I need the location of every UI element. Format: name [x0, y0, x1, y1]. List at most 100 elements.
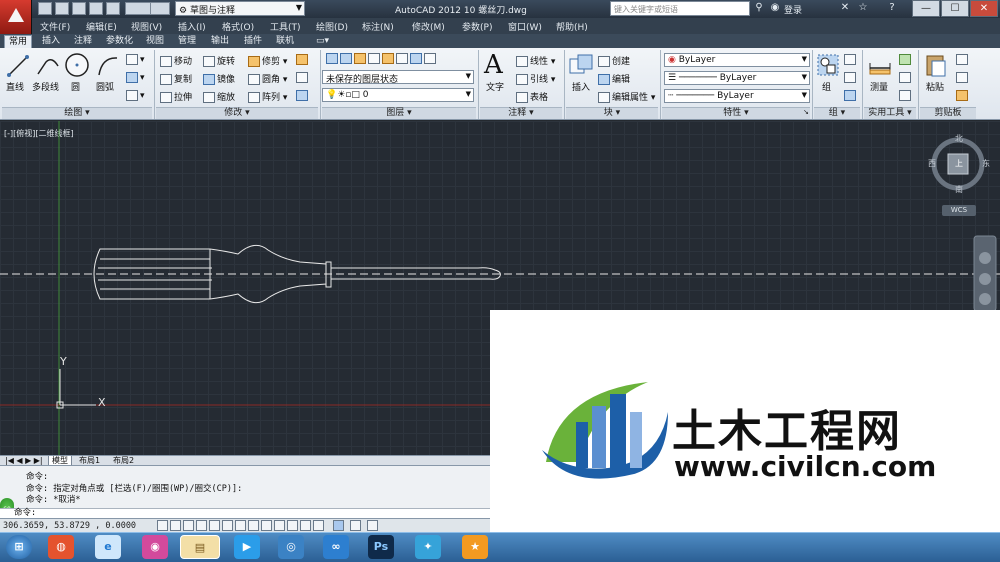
ribbon-options-icon[interactable]: ▭▾	[312, 35, 333, 48]
panel-label-block[interactable]: 块 ▾	[566, 107, 658, 119]
trim-button[interactable]: 修剪 ▾	[248, 54, 287, 67]
table-button[interactable]: 表格	[516, 90, 548, 103]
taskbar-app-icon[interactable]: ★	[462, 535, 488, 559]
user-icon[interactable]: ◉	[768, 2, 782, 15]
polyline-button[interactable]: 多段线	[32, 80, 59, 93]
infer-constraints-toggle[interactable]	[157, 520, 168, 531]
arc-icon[interactable]	[96, 54, 120, 78]
steering-wheel-icon[interactable]	[979, 252, 991, 264]
redo-icon[interactable]	[150, 2, 170, 15]
tab-output[interactable]: 输出	[207, 35, 233, 48]
panel-label-annotation[interactable]: 注释 ▾	[480, 107, 562, 119]
edit-attributes-button[interactable]: 编辑属性 ▾	[598, 90, 655, 103]
menu-help[interactable]: 帮助(H)	[556, 20, 588, 33]
menu-edit[interactable]: 编辑(E)	[86, 20, 117, 33]
open-file-icon[interactable]	[55, 2, 69, 15]
close-button[interactable]: ✕	[970, 0, 998, 17]
annotation-toggle[interactable]	[367, 520, 378, 531]
quick-properties-toggle[interactable]	[313, 520, 324, 531]
zoom-icon[interactable]	[979, 293, 991, 305]
selection-cycling-toggle[interactable]	[333, 520, 344, 531]
polar-tracking-toggle[interactable]	[209, 520, 220, 531]
layer-tools-row[interactable]	[326, 53, 438, 64]
tab-parametric[interactable]: 参数化	[102, 35, 137, 48]
paste-icon[interactable]	[924, 53, 948, 77]
color-dropdown[interactable]: ◉ ByLayer ▼	[664, 53, 810, 67]
mirror-button[interactable]: 镜像	[203, 72, 235, 85]
taskbar-cloud-icon[interactable]: ∞	[323, 535, 349, 559]
rectangle-icon[interactable]: ▾	[126, 54, 145, 65]
linear-dim-button[interactable]: 线性 ▾	[516, 54, 555, 67]
measure-icon[interactable]	[868, 56, 892, 80]
tab-plugins[interactable]: 插件	[240, 35, 266, 48]
measure-button[interactable]: 测量	[870, 80, 888, 93]
erase-icon[interactable]	[296, 54, 310, 65]
panel-label-layers[interactable]: 图层 ▾	[322, 107, 476, 119]
edit-block-button[interactable]: 编辑	[598, 72, 630, 85]
save-as-icon[interactable]	[89, 2, 103, 15]
text-icon[interactable]: A	[484, 50, 503, 80]
calculator-icon[interactable]	[899, 90, 913, 101]
menu-dimension[interactable]: 标注(N)	[362, 20, 394, 33]
offset-icon[interactable]	[296, 90, 310, 101]
help-search-input[interactable]: 键入关键字或短语	[610, 1, 750, 16]
minimize-button[interactable]: —	[912, 0, 940, 17]
panel-label-modify[interactable]: 修改 ▾	[156, 107, 318, 119]
viewcube-west[interactable]: 西	[928, 158, 936, 169]
copy-clip-icon[interactable]	[956, 72, 970, 83]
workspace-dropdown[interactable]: ⚙ 草图与注释 ▼	[175, 1, 305, 16]
text-button[interactable]: 文字	[486, 80, 504, 93]
explode-icon[interactable]	[296, 72, 310, 83]
properties-launcher-icon[interactable]: ↘	[803, 108, 809, 116]
menu-view[interactable]: 视图(V)	[131, 20, 162, 33]
line-button[interactable]: 直线	[6, 80, 24, 93]
taskbar-player-icon[interactable]: ▶	[234, 535, 260, 559]
viewcube-north[interactable]: 北	[955, 133, 963, 144]
lineweight-dropdown[interactable]: ┄ ─────── ByLayer ▼	[664, 89, 810, 103]
layer-state-dropdown[interactable]: 未保存的图层状态 ▼	[322, 70, 474, 85]
exchange-icon[interactable]: ✕	[838, 2, 852, 15]
taskbar-ie-icon[interactable]: e	[95, 535, 121, 559]
select-all-icon[interactable]	[899, 72, 913, 83]
tab-insert[interactable]: 插入	[38, 35, 64, 48]
menu-file[interactable]: 文件(F)	[40, 20, 70, 33]
application-menu-button[interactable]	[0, 0, 32, 34]
taskbar-chrome-icon[interactable]: ◉	[142, 535, 168, 559]
undo-icon[interactable]	[125, 2, 153, 15]
group-select-icon[interactable]	[844, 90, 858, 101]
linetype-dropdown[interactable]: ☰ ─────── ByLayer ▼	[664, 71, 810, 85]
array-button[interactable]: 阵列 ▾	[248, 90, 287, 103]
taskbar-bird-icon[interactable]: ✦	[415, 535, 441, 559]
leader-button[interactable]: 引线 ▾	[516, 72, 555, 85]
print-icon[interactable]	[106, 2, 120, 15]
transparency-toggle[interactable]	[300, 520, 311, 531]
save-icon[interactable]	[72, 2, 86, 15]
menu-window[interactable]: 窗口(W)	[508, 20, 542, 33]
line-icon[interactable]	[6, 54, 30, 78]
taskbar-explorer-icon[interactable]: ▤	[180, 535, 220, 559]
menu-tools[interactable]: 工具(T)	[270, 20, 301, 33]
panel-label-properties[interactable]: 特性 ▾	[662, 107, 810, 119]
insert-button[interactable]: 插入	[572, 80, 590, 93]
region-icon[interactable]: ▾	[126, 90, 145, 101]
panel-label-draw[interactable]: 绘图 ▾	[2, 107, 152, 119]
login-link[interactable]: 登录	[784, 3, 802, 16]
tab-manage[interactable]: 管理	[174, 35, 200, 48]
tab-online[interactable]: 联机	[272, 35, 298, 48]
help-icon[interactable]: ?	[885, 2, 899, 15]
quick-select-icon[interactable]	[899, 54, 913, 65]
taskbar-qq-icon[interactable]: ◎	[278, 535, 304, 559]
menu-modify[interactable]: 修改(M)	[412, 20, 445, 33]
tab-home[interactable]: 常用	[4, 35, 33, 48]
ungroup-icon[interactable]	[844, 54, 858, 65]
group-icon[interactable]	[816, 53, 840, 77]
cut-icon[interactable]	[956, 54, 970, 65]
panel-label-utilities[interactable]: 实用工具 ▾	[864, 107, 916, 119]
maximize-button[interactable]: ☐	[941, 0, 969, 17]
menu-format[interactable]: 格式(O)	[222, 20, 254, 33]
taskbar-app-colorful[interactable]: ◍	[48, 535, 74, 559]
new-file-icon[interactable]	[38, 2, 52, 15]
paste-button[interactable]: 粘贴	[926, 80, 944, 93]
pan-icon[interactable]	[979, 273, 991, 285]
menu-draw[interactable]: 绘图(D)	[316, 20, 348, 33]
